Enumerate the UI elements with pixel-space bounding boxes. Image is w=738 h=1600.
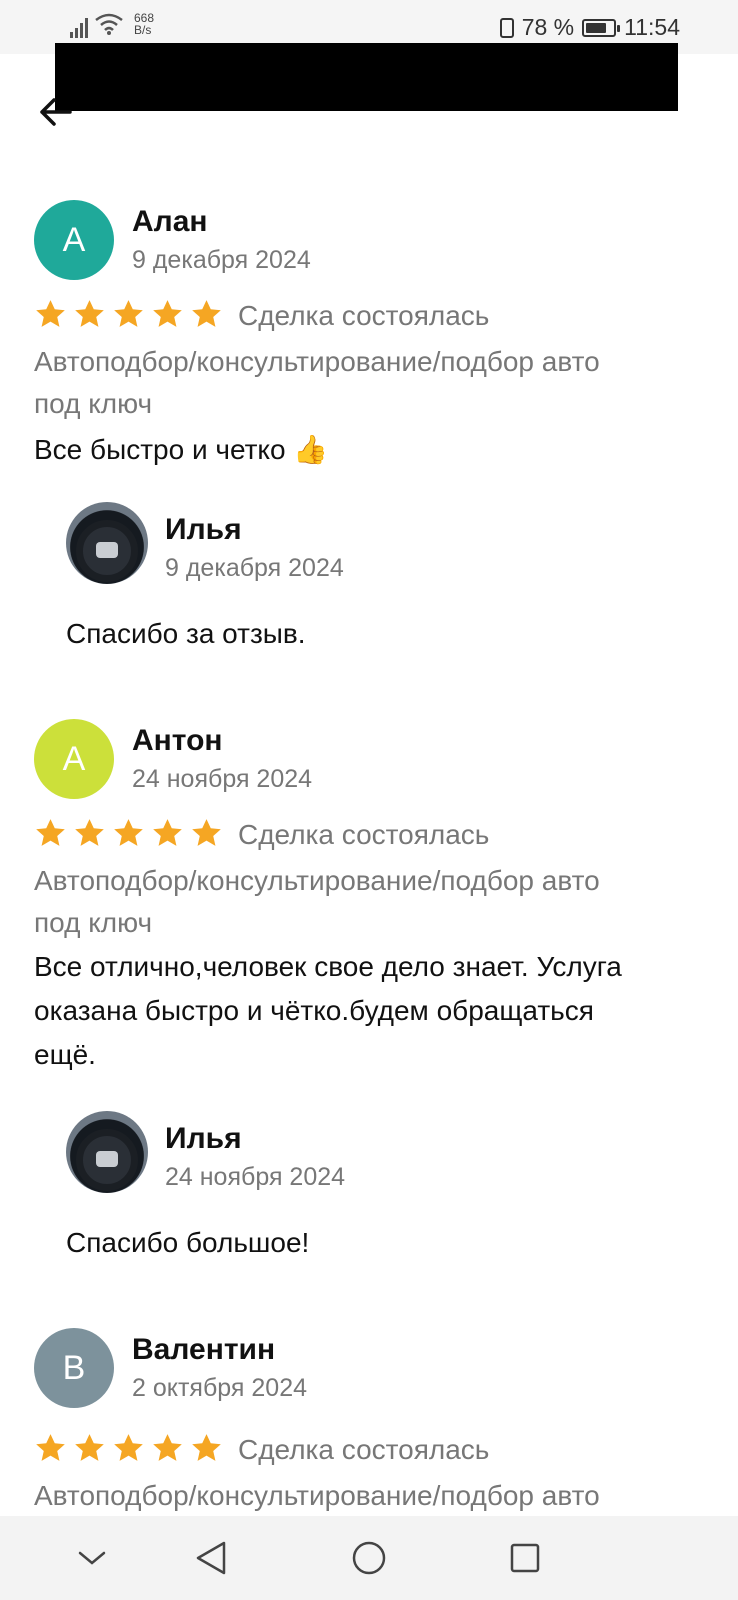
star-icon — [114, 1434, 143, 1461]
review-category: Автоподбор/консультирование/подбор авто — [34, 1475, 714, 1517]
avatar: А — [34, 719, 114, 799]
star-rating — [34, 298, 223, 331]
reply-author: Илья — [165, 1122, 242, 1155]
review-category-line: Автоподбор/консультирование/подбор авто — [34, 1480, 600, 1511]
star-icon — [75, 819, 104, 846]
star-icon — [75, 300, 104, 327]
reviewer-name: Антон — [132, 724, 223, 757]
reply-avatar — [66, 1111, 148, 1193]
reply-author: Илья — [165, 513, 242, 546]
review-category: Автоподбор/консультирование/подбор авто … — [34, 341, 714, 425]
review-text-line: ещё. — [34, 1039, 96, 1070]
star-icon — [153, 1434, 182, 1461]
reply-avatar — [66, 502, 148, 584]
review-date: 2 октября 2024 — [132, 1374, 307, 1402]
star-icon — [153, 300, 182, 327]
review-text-line: оказана быстро и чётко.будем обращаться — [34, 995, 594, 1026]
wifi-icon — [95, 13, 123, 35]
star-icon — [192, 819, 221, 846]
triangle-back-icon[interactable] — [189, 1536, 233, 1580]
square-recent-icon[interactable] — [503, 1536, 547, 1580]
circle-home-icon[interactable] — [347, 1536, 391, 1580]
review-text: Все быстро и четко 👍 — [34, 434, 329, 465]
reply-date: 9 декабря 2024 — [165, 554, 344, 582]
star-icon — [36, 1434, 65, 1461]
reply-date: 24 ноября 2024 — [165, 1163, 346, 1191]
star-icon — [153, 819, 182, 846]
deal-status: Сделка состоялась — [238, 1434, 490, 1465]
avatar: В — [34, 1328, 114, 1408]
star-icon — [36, 300, 65, 327]
review-category-line: под ключ — [34, 907, 153, 938]
chevron-down-icon[interactable] — [70, 1536, 114, 1580]
reply-text: Спасибо большое! — [66, 1227, 310, 1258]
review-text-line: Все отлично,человек свое дело знает. Усл… — [34, 951, 622, 982]
reviewer-name: Алан — [132, 205, 208, 238]
system-nav-bar — [0, 1516, 738, 1600]
star-rating — [34, 817, 223, 850]
review-category-line: Автоподбор/консультирование/подбор авто — [34, 865, 600, 896]
vibrate-icon — [499, 17, 514, 38]
redacted-header — [55, 43, 678, 111]
star-rating — [34, 1432, 223, 1465]
status-right: 78 % 11:54 — [499, 14, 680, 41]
status-left: 668 B/s — [70, 12, 154, 38]
star-icon — [114, 819, 143, 846]
reply-text: Спасибо за отзыв. — [66, 618, 306, 649]
review-category: Автоподбор/консультирование/подбор авто … — [34, 860, 714, 944]
star-icon — [192, 300, 221, 327]
battery-percent: 78 % — [521, 14, 575, 40]
deal-status: Сделка состоялась — [238, 300, 490, 331]
network-speed-unit: B/s — [134, 23, 152, 37]
review-category-line: Автоподбор/консультирование/подбор авто — [34, 346, 600, 377]
review-date: 9 декабря 2024 — [132, 246, 311, 274]
review-category-line: под ключ — [34, 388, 153, 419]
review-date: 24 ноября 2024 — [132, 765, 313, 793]
avatar: А — [34, 200, 114, 280]
signal-icon — [70, 16, 88, 38]
review-text: Все отлично,человек свое дело знает. Усл… — [34, 945, 714, 1077]
star-icon — [75, 1434, 104, 1461]
star-icon — [36, 819, 65, 846]
reviewer-name: Валентин — [132, 1333, 276, 1366]
battery-icon — [582, 18, 621, 37]
arrow-left-icon[interactable] — [36, 92, 76, 132]
star-icon — [114, 300, 143, 327]
battery-fill — [586, 22, 607, 33]
network-speed: 668 B/s — [134, 12, 154, 36]
deal-status: Сделка состоялась — [238, 819, 490, 850]
star-icon — [192, 1434, 221, 1461]
clock: 11:54 — [624, 14, 680, 40]
